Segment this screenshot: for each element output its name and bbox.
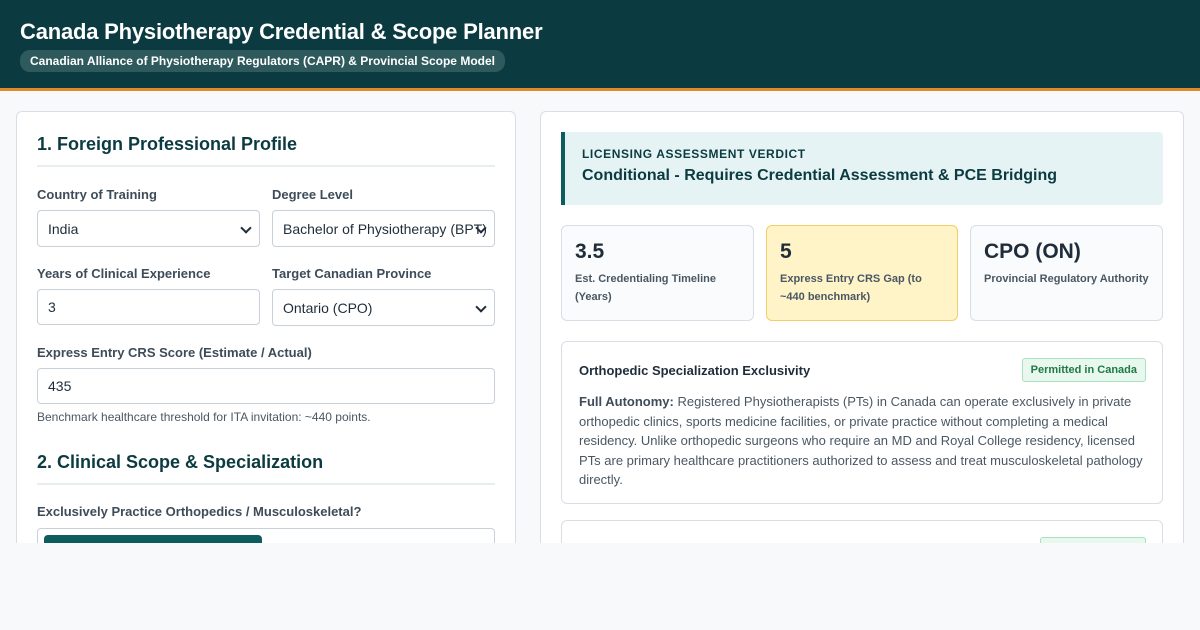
metric-label: Provincial Regulatory Authority: [984, 273, 1149, 285]
metric-card-crs-gap: 5 Express Entry CRS Gap (to ~440 benchma…: [766, 225, 958, 321]
province-select-value: Ontario (CPO): [283, 299, 373, 316]
country-select[interactable]: India: [37, 210, 260, 247]
scope-section-title: 2. Clinical Scope & Specialization: [37, 452, 495, 485]
crs-input[interactable]: 435: [37, 368, 495, 404]
verdict-label: LICENSING ASSESSMENT VERDICT: [582, 147, 806, 161]
degree-label: Degree Level: [272, 187, 353, 202]
province-select[interactable]: Ontario (CPO): [272, 289, 495, 326]
ortho-toggle-group[interactable]: [37, 528, 495, 543]
scope-card-ortho: Orthopedic Specialization Exclusivity Pe…: [561, 341, 1163, 504]
verdict-value: Conditional - Requires Credential Assess…: [582, 167, 1058, 184]
province-label: Target Canadian Province: [272, 266, 432, 281]
scope-card-next: [561, 520, 1163, 543]
degree-select-value: Bachelor of Physiotherapy (BPT): [283, 220, 487, 237]
experience-label: Years of Clinical Experience: [37, 266, 211, 281]
metric-label: Express Entry CRS Gap (to ~440 benchmark…: [780, 273, 922, 303]
scope-card-title: Orthopedic Specialization Exclusivity: [579, 363, 811, 378]
ortho-toggle-selected-option[interactable]: [44, 535, 262, 543]
scope-card-body: Full Autonomy: Registered Physiotherapis…: [579, 392, 1146, 490]
profile-panel: 1. Foreign Professional Profile Country …: [16, 111, 516, 543]
scope-card-lead: Full Autonomy:: [579, 394, 674, 409]
status-badge: Permitted in Canada: [1021, 358, 1146, 382]
chevron-down-icon: [240, 222, 252, 234]
country-select-value: India: [48, 220, 79, 237]
assessment-panel: LICENSING ASSESSMENT VERDICT Conditional…: [540, 111, 1184, 543]
crs-input-value: 435: [48, 378, 72, 394]
ortho-question-label: Exclusively Practice Orthopedics / Muscu…: [37, 504, 362, 519]
crs-help-text: Benchmark healthcare threshold for ITA i…: [37, 410, 371, 424]
metric-card-timeline: 3.5 Est. Credentialing Timeline (Years): [561, 225, 754, 321]
status-badge: [1040, 537, 1146, 543]
metric-label: Est. Credentialing Timeline (Years): [575, 273, 716, 303]
metric-value: 3.5: [575, 240, 605, 263]
crs-label: Express Entry CRS Score (Estimate / Actu…: [37, 345, 312, 360]
experience-input[interactable]: 3: [37, 289, 260, 325]
profile-section-title: 1. Foreign Professional Profile: [37, 134, 495, 167]
subtitle-badge: Canadian Alliance of Physiotherapy Regul…: [20, 50, 505, 72]
page-title: Canada Physiotherapy Credential & Scope …: [20, 19, 543, 44]
metric-card-regulator: CPO (ON) Provincial Regulatory Authority: [970, 225, 1163, 321]
chevron-down-icon: [475, 301, 487, 313]
metric-value: 5: [780, 240, 792, 263]
metric-value: CPO (ON): [984, 240, 1081, 263]
country-label: Country of Training: [37, 187, 157, 202]
experience-input-value: 3: [48, 299, 56, 315]
degree-select[interactable]: Bachelor of Physiotherapy (BPT): [272, 210, 495, 247]
app-header: Canada Physiotherapy Credential & Scope …: [0, 0, 1200, 91]
verdict-banner: LICENSING ASSESSMENT VERDICT Conditional…: [561, 132, 1163, 205]
main-content[interactable]: 1. Foreign Professional Profile Country …: [0, 91, 1200, 543]
